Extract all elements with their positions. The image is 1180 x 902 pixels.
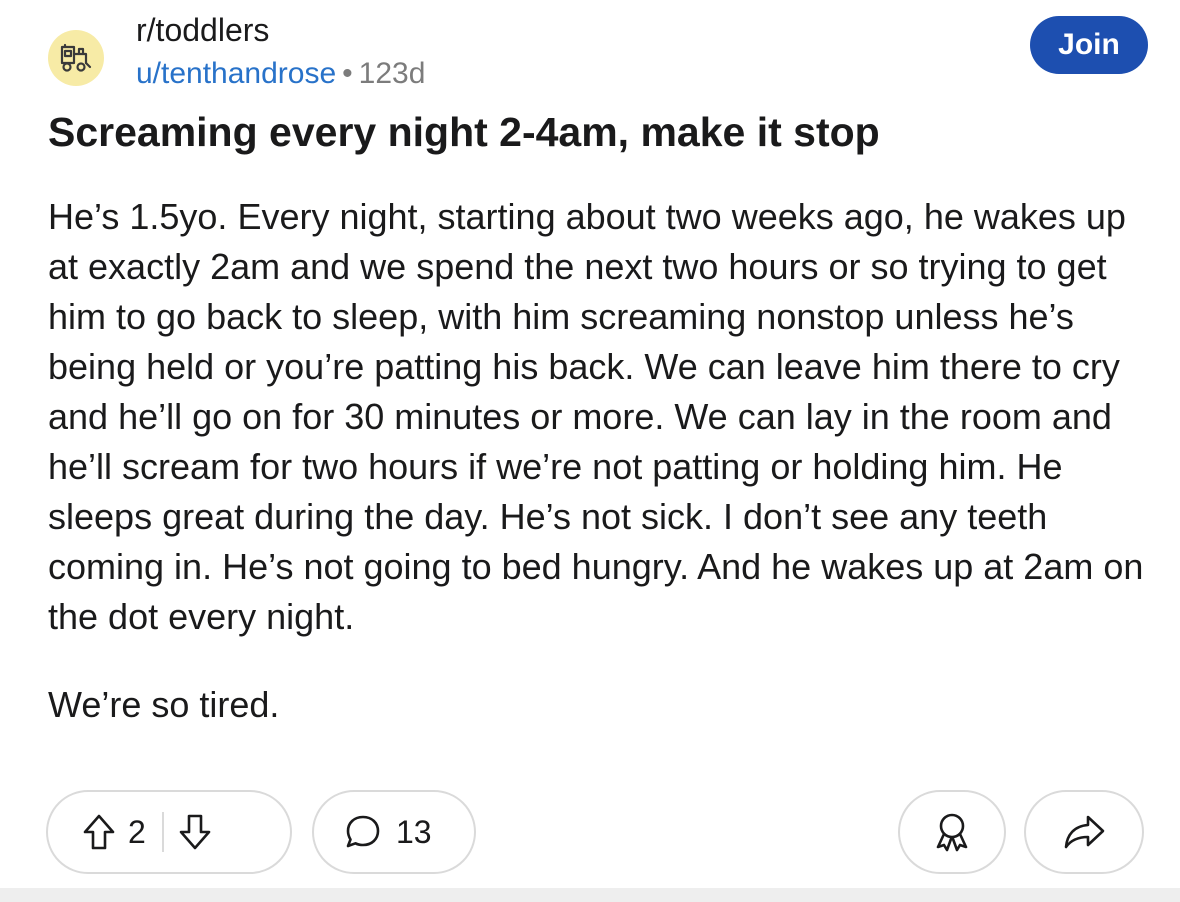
vote-control: 2 <box>46 790 292 874</box>
post-meta: r/toddlers u/tenthandrose • 123d <box>136 10 425 94</box>
post-body: He’s 1.5yo. Every night, starting about … <box>48 192 1158 730</box>
share-button[interactable] <box>1024 790 1144 874</box>
comments-button[interactable]: 13 <box>312 790 476 874</box>
post-action-bar: 2 13 <box>46 790 1146 876</box>
post-age: 123d <box>358 57 426 90</box>
downvote-arrow-icon <box>179 814 211 850</box>
subreddit-name[interactable]: r/toddlers <box>136 10 425 50</box>
vote-count: 2 <box>128 813 146 850</box>
post-body-paragraph: He’s 1.5yo. Every night, starting about … <box>48 196 1144 637</box>
byline: u/tenthandrose • 123d <box>136 54 425 94</box>
upvote-arrow-icon <box>83 814 115 850</box>
post-page: r/toddlers u/tenthandrose • 123d Join Scre… <box>0 0 1180 902</box>
award-button[interactable] <box>898 790 1006 874</box>
author-username[interactable]: u/tenthandrose <box>136 57 336 90</box>
comment-bubble-icon <box>344 813 382 851</box>
share-arrow-icon <box>1064 815 1105 849</box>
separator-dot: • <box>342 57 353 90</box>
post-header: r/toddlers u/tenthandrose • 123d Join <box>48 10 1148 94</box>
post-body-paragraph: We’re so tired. <box>48 684 280 725</box>
upvote-button[interactable] <box>82 813 116 851</box>
train-icon <box>60 43 92 72</box>
award-icon <box>936 813 968 852</box>
join-button[interactable]: Join <box>1030 16 1148 74</box>
subreddit-avatar[interactable] <box>48 30 104 86</box>
comment-count: 13 <box>396 813 432 850</box>
vote-divider <box>161 812 164 852</box>
post-title[interactable]: Screaming every night 2-4am, make it sto… <box>48 106 1148 158</box>
downvote-button[interactable] <box>178 813 212 851</box>
bottom-divider <box>0 888 1180 902</box>
